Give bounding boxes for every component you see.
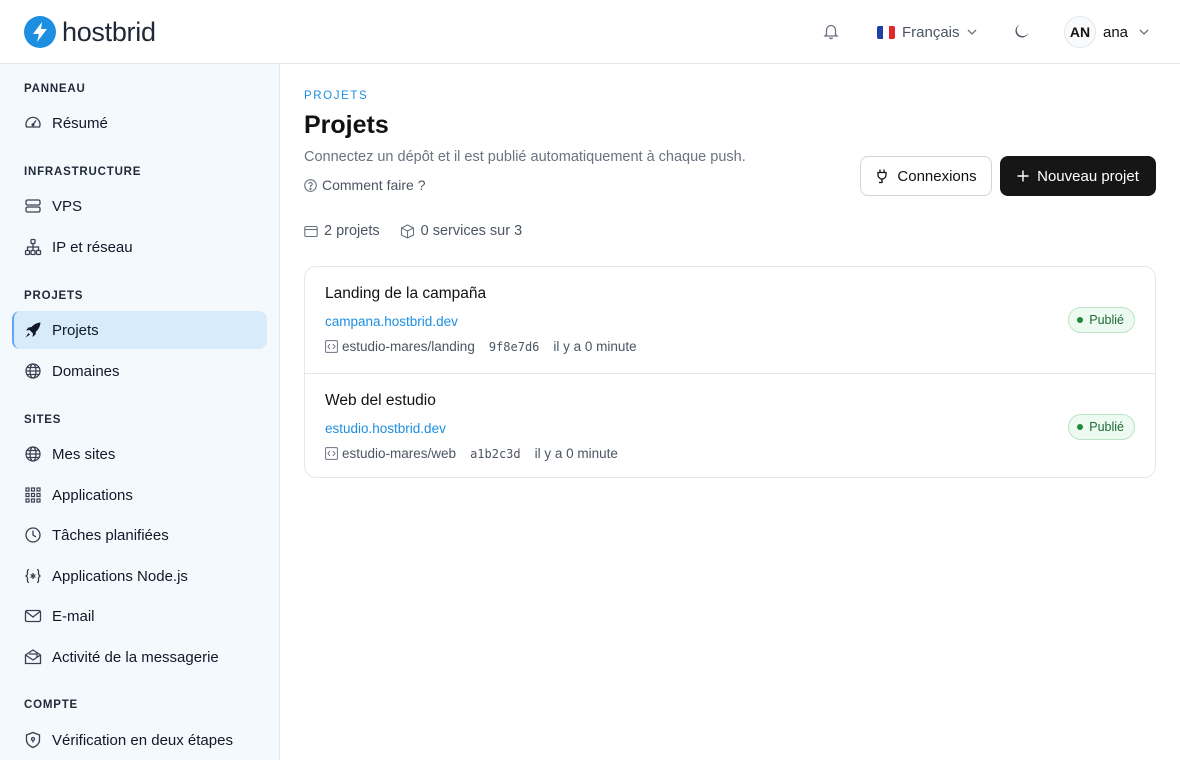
sidebar-item-label: Mes sites <box>52 445 116 463</box>
mail-open-icon <box>24 648 42 666</box>
sidebar-item-applications[interactable]: Applications <box>12 476 267 514</box>
grid-icon <box>24 486 42 504</box>
sidebar-item-label: VPS <box>52 197 83 215</box>
project-repo: estudio-mares/landing <box>342 339 475 354</box>
status-dot-icon <box>1077 317 1084 323</box>
sidebar-item-label: Résumé <box>52 114 108 132</box>
chevron-down-icon <box>1138 26 1150 38</box>
connections-button-label: Connexions <box>897 167 977 185</box>
code-icon <box>325 447 338 460</box>
sidebar: PANNEAU Résumé INFRASTRUCTURE VPS IP et … <box>0 64 280 760</box>
user-name: ana <box>1103 23 1129 41</box>
page-subtitle: Connectez un dépôt et il est publié auto… <box>304 149 746 165</box>
sidebar-section-title: SITES <box>24 414 62 426</box>
sidebar-item-domaines[interactable]: Domaines <box>12 352 267 390</box>
sidebar-item-label: Activité de la messagerie <box>52 648 219 666</box>
status-badge-label: Publié <box>1089 420 1124 434</box>
new-project-button[interactable]: Nouveau projet <box>1000 156 1156 196</box>
folder-icon <box>304 225 318 238</box>
status-badge-label: Publié <box>1089 313 1124 327</box>
globe-icon <box>24 362 42 380</box>
sidebar-item-label: E-mail <box>52 607 95 625</box>
status-badge: Publié <box>1068 307 1135 333</box>
rocket-icon <box>24 321 42 339</box>
project-commit: 9f8e7d6 <box>488 339 540 354</box>
project-repo: estudio-mares/web <box>342 446 457 461</box>
bell-icon[interactable] <box>822 22 840 40</box>
server-icon <box>24 197 42 215</box>
project-commit: a1b2c3d <box>470 446 521 461</box>
list-item[interactable]: Landing de la campaña campana.hostbrid.d… <box>305 267 1155 373</box>
plus-icon <box>1017 170 1029 182</box>
project-url-link[interactable]: campana.hostbrid.dev <box>325 314 458 329</box>
status-dot-icon <box>1077 424 1084 430</box>
sidebar-item-email[interactable]: E-mail <box>12 597 267 635</box>
sidebar-section-title: PANNEAU <box>24 83 86 95</box>
code-braces-icon <box>24 567 42 585</box>
sidebar-item-label: Applications Node.js <box>52 567 188 585</box>
cube-icon <box>400 223 415 239</box>
brand-logo[interactable]: hostbrid <box>24 15 156 49</box>
project-time: il y a 0 minute <box>534 446 618 461</box>
sidebar-section-title: COMPTE <box>24 699 78 711</box>
language-label: Français <box>902 23 960 41</box>
status-badge: Publié <box>1068 414 1135 440</box>
sidebar-item-projets[interactable]: Projets <box>12 311 267 349</box>
sidebar-item-mes-sites[interactable]: Mes sites <box>12 435 267 473</box>
breadcrumb: PROJETS <box>304 90 369 102</box>
user-menu[interactable]: AN ana <box>1064 16 1150 48</box>
project-time: il y a 0 minute <box>553 339 637 354</box>
main-content: PROJETS Projets Connectez un dépôt et il… <box>280 64 1180 760</box>
sidebar-item-label: IP et réseau <box>52 238 133 256</box>
new-project-button-label: Nouveau projet <box>1037 167 1139 185</box>
list-item[interactable]: Web del estudio estudio.hostbrid.dev est… <box>305 373 1155 477</box>
sidebar-item-label: Projets <box>52 321 99 339</box>
project-meta: estudio-mares/web a1b2c3d il y a 0 minut… <box>325 446 618 461</box>
language-selector[interactable]: Français <box>877 20 978 44</box>
project-name[interactable]: Landing de la campaña <box>325 285 486 303</box>
page-title: Projets <box>304 111 389 139</box>
dark-mode-toggle-icon[interactable] <box>1013 22 1031 40</box>
shield-icon <box>24 731 42 749</box>
project-stats: 2 projets 0 services sur 3 <box>304 223 542 239</box>
sidebar-item-applications-nodejs[interactable]: Applications Node.js <box>12 557 267 595</box>
connections-button[interactable]: Connexions <box>860 156 992 196</box>
sidebar-section-title: INFRASTRUCTURE <box>24 166 142 178</box>
mail-icon <box>24 607 42 625</box>
globe-icon <box>24 445 42 463</box>
sidebar-item-activite-messagerie[interactable]: Activité de la messagerie <box>12 638 267 676</box>
projects-count: 2 projets <box>304 223 380 239</box>
network-icon <box>24 238 42 256</box>
project-name[interactable]: Web del estudio <box>325 392 436 410</box>
french-flag-icon <box>877 25 895 39</box>
clock-icon <box>24 526 42 544</box>
gauge-icon <box>24 114 42 132</box>
brand-name: hostbrid <box>62 16 156 47</box>
project-meta: estudio-mares/landing 9f8e7d6 il y a 0 m… <box>325 339 637 354</box>
chevron-down-icon <box>966 26 978 38</box>
services-count-label: 0 services sur 3 <box>420 223 523 239</box>
help-circle-icon <box>304 178 317 192</box>
sidebar-item-resume[interactable]: Résumé <box>12 104 267 142</box>
sidebar-item-label: Domaines <box>52 362 120 380</box>
services-count: 0 services sur 3 <box>400 223 523 239</box>
howto-label: Comment faire ? <box>322 177 426 193</box>
sidebar-item-vps[interactable]: VPS <box>12 187 267 225</box>
howto-link[interactable]: Comment faire ? <box>304 177 425 193</box>
project-list: Landing de la campaña campana.hostbrid.d… <box>304 266 1156 478</box>
code-icon <box>325 340 338 353</box>
plug-icon <box>875 168 889 184</box>
sidebar-item-verification-deux-etapes[interactable]: Vérification en deux étapes <box>12 721 267 759</box>
lightning-icon <box>24 16 56 48</box>
sidebar-item-taches-planifiees[interactable]: Tâches planifiées <box>12 516 267 554</box>
sidebar-item-label: Vérification en deux étapes <box>52 731 233 749</box>
top-bar: hostbrid Français AN ana <box>0 0 1180 64</box>
project-url-link[interactable]: estudio.hostbrid.dev <box>325 421 446 436</box>
sidebar-item-ip-reseau[interactable]: IP et réseau <box>12 228 267 266</box>
sidebar-section-title: PROJETS <box>24 290 84 302</box>
sidebar-item-label: Applications <box>52 486 133 504</box>
sidebar-item-label: Tâches planifiées <box>52 526 169 544</box>
projects-count-label: 2 projets <box>324 223 380 239</box>
avatar: AN <box>1064 16 1096 48</box>
